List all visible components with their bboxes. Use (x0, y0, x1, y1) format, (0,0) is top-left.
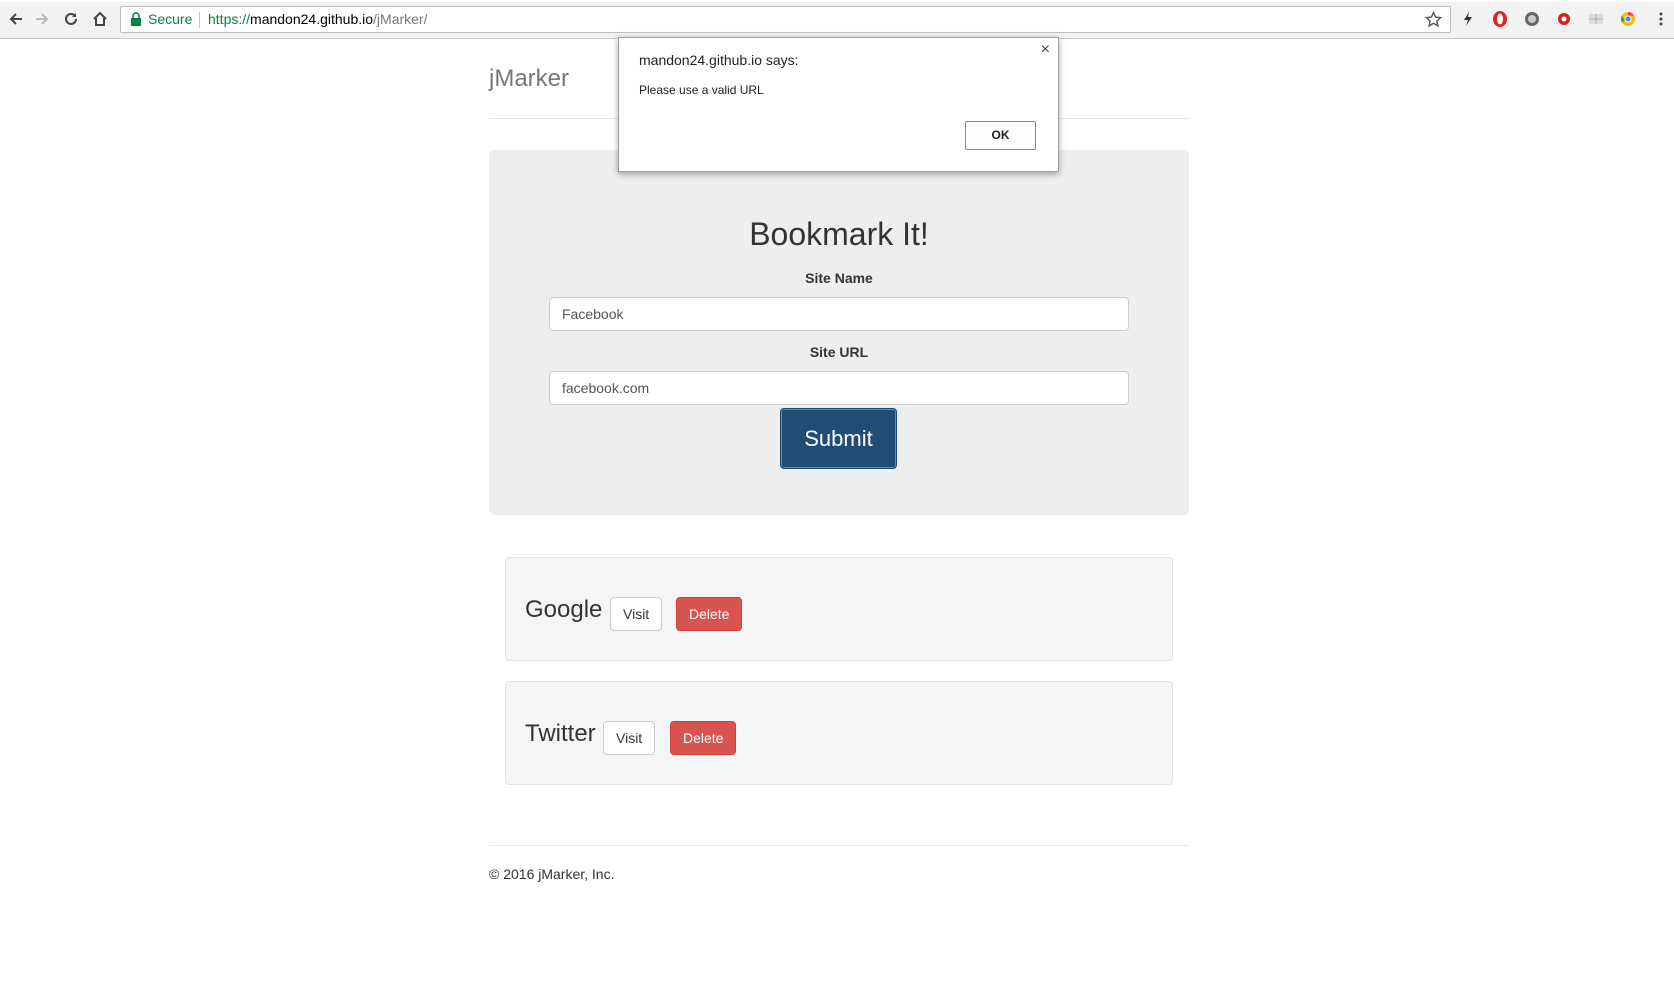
visit-button[interactable]: Visit (610, 597, 663, 631)
site-url-input[interactable] (549, 371, 1129, 405)
url-host: mandon24.github.io (250, 11, 374, 27)
visit-button[interactable]: Visit (603, 721, 656, 755)
close-icon[interactable]: × (1041, 41, 1050, 59)
site-name-label: Site Name (805, 270, 873, 286)
browser-toolbar: Secure https://mandon24.github.io/jMarke… (0, 0, 1674, 39)
brand-title: jMarker (489, 65, 570, 92)
omnibox-separator (199, 12, 200, 28)
alert-dialog: mandon24.github.io says: × Please use a … (618, 37, 1059, 172)
home-icon (93, 11, 107, 26)
grid-extension-icon[interactable] (1587, 10, 1605, 28)
footer-copyright: © 2016 jMarker, Inc. (489, 866, 615, 882)
gear-extension-icon[interactable] (1555, 10, 1573, 28)
ok-button[interactable]: OK (965, 121, 1036, 150)
chrome-extension-icon[interactable] (1619, 10, 1637, 28)
opera-extension-icon[interactable] (1491, 10, 1509, 28)
url-path: /jMarker/ (373, 11, 428, 27)
bookmark-form-panel: Bookmark It! Site Name Site URL Submit (489, 150, 1189, 515)
home-button[interactable] (89, 8, 111, 30)
lock-icon (131, 12, 141, 26)
delete-button[interactable]: Delete (676, 597, 743, 631)
bookmark-name: Twitter (525, 720, 596, 747)
forward-arrow-icon (36, 13, 49, 25)
secure-label: Secure (148, 11, 193, 27)
url-text: https://mandon24.github.io/jMarker/ (208, 7, 427, 32)
back-button[interactable] (5, 8, 27, 30)
dialog-title: mandon24.github.io says: (639, 52, 799, 68)
reload-button[interactable] (60, 8, 82, 30)
site-name-input[interactable] (549, 297, 1129, 331)
back-arrow-icon (9, 13, 22, 25)
toolbar-top-edge (0, 0, 1674, 2)
url-scheme: https:// (208, 11, 251, 27)
star-icon[interactable] (1425, 11, 1442, 28)
bookmark-card: Google Visit Delete (505, 557, 1173, 661)
footer-divider (489, 845, 1189, 846)
form-title: Bookmark It! (749, 216, 929, 252)
dialog-message: Please use a valid URL (639, 83, 764, 97)
reload-icon (65, 12, 77, 25)
bookmark-card: Twitter Visit Delete (505, 681, 1173, 785)
flash-extension-icon[interactable] (1459, 10, 1477, 28)
bookmark-name: Google (525, 596, 603, 623)
globe-extension-icon[interactable] (1523, 10, 1541, 28)
forward-button[interactable] (31, 8, 53, 30)
site-url-label: Site URL (809, 344, 869, 360)
delete-button[interactable]: Delete (670, 721, 737, 755)
menu-dots-icon[interactable] (1652, 10, 1670, 28)
address-bar[interactable]: Secure https://mandon24.github.io/jMarke… (120, 6, 1451, 33)
submit-button[interactable]: Submit (780, 408, 897, 469)
